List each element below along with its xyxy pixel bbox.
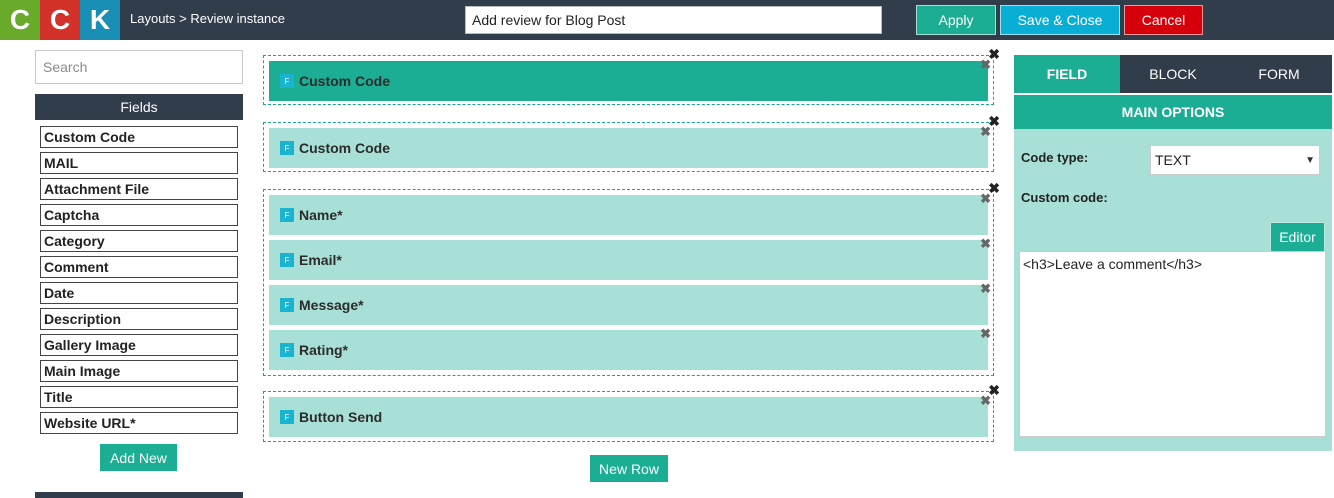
layout-field-label: Custom Code: [299, 73, 390, 89]
remove-field-icon[interactable]: ✖: [980, 192, 991, 205]
remove-field-icon[interactable]: ✖: [980, 394, 991, 407]
field-item-attachment-file[interactable]: Attachment File: [40, 178, 238, 200]
field-item-website-url[interactable]: Website URL*: [40, 412, 238, 434]
tab-block[interactable]: BLOCK: [1120, 55, 1226, 93]
field-item-gallery-image[interactable]: Gallery Image: [40, 334, 238, 356]
layout-field-label: Name*: [299, 207, 343, 223]
fields-heading: Fields: [35, 94, 243, 120]
main-options-heading: MAIN OPTIONS: [1014, 95, 1332, 129]
field-type-icon: F: [280, 343, 294, 357]
layout-field-label: Rating*: [299, 342, 348, 358]
logo-letter-c: C: [0, 0, 40, 40]
remove-field-icon[interactable]: ✖: [980, 282, 991, 295]
code-type-value: TEXT: [1155, 152, 1191, 168]
tab-field[interactable]: FIELD: [1014, 55, 1120, 93]
code-type-select[interactable]: TEXT ▼: [1150, 145, 1320, 175]
field-type-icon: F: [280, 141, 294, 155]
remove-field-icon[interactable]: ✖: [980, 125, 991, 138]
field-item-category[interactable]: Category: [40, 230, 238, 252]
field-item-main-image[interactable]: Main Image: [40, 360, 238, 382]
remove-field-icon[interactable]: ✖: [980, 327, 991, 340]
apply-button[interactable]: Apply: [916, 5, 996, 35]
field-item-custom-code[interactable]: Custom Code: [40, 126, 238, 148]
remove-field-icon[interactable]: ✖: [980, 237, 991, 250]
logo-letter-k: K: [80, 0, 120, 40]
layout-field-label: Message*: [299, 297, 364, 313]
search-input[interactable]: [35, 50, 243, 84]
top-bar: C C K Layouts > Review instance Apply Sa…: [0, 0, 1334, 40]
layout-field-name[interactable]: F Name* ✖: [269, 192, 991, 235]
code-type-label: Code type:: [1021, 150, 1089, 165]
field-item-comment[interactable]: Comment: [40, 256, 238, 278]
field-type-icon: F: [280, 208, 294, 222]
layout-field-rating[interactable]: F Rating* ✖: [269, 327, 991, 370]
panel-tabs: FIELD BLOCK FORM: [1014, 55, 1332, 93]
field-item-description[interactable]: Description: [40, 308, 238, 330]
save-close-button[interactable]: Save & Close: [1000, 5, 1120, 35]
editor-button[interactable]: Editor: [1270, 222, 1325, 252]
title-input[interactable]: [465, 6, 882, 34]
tab-form[interactable]: FORM: [1226, 55, 1332, 93]
field-type-icon: F: [280, 74, 294, 88]
field-item-date[interactable]: Date: [40, 282, 238, 304]
chevron-down-icon: ▼: [1305, 154, 1315, 166]
field-item-mail[interactable]: MAIL: [40, 152, 238, 174]
cancel-button[interactable]: Cancel: [1124, 5, 1203, 35]
layout-row-4: ✖ F Button Send ✖: [263, 383, 1000, 442]
field-list: Custom Code MAIL Attachment File Captcha…: [40, 126, 238, 438]
layout-field-email[interactable]: F Email* ✖: [269, 237, 991, 280]
logo-letter-c-second: C: [40, 0, 80, 40]
layout-field-label: Custom Code: [299, 140, 390, 156]
layout-field-custom-code[interactable]: F Custom Code ✖: [269, 125, 991, 168]
field-options-panel: MAIN OPTIONS Code type: TEXT ▼ Custom co…: [1014, 95, 1332, 451]
custom-code-label: Custom code:: [1021, 190, 1108, 205]
field-type-icon: F: [280, 253, 294, 267]
layout-field-button-send[interactable]: F Button Send ✖: [269, 394, 991, 437]
add-new-button[interactable]: Add New: [100, 444, 177, 471]
layout-row-2: ✖ F Custom Code ✖: [263, 114, 1000, 172]
remove-field-icon[interactable]: ✖: [980, 58, 991, 71]
new-row-button[interactable]: New Row: [590, 455, 668, 482]
layout-row-3: ✖ F Name* ✖ F Email* ✖ F Message* ✖ F Ra…: [263, 181, 1000, 376]
field-item-title[interactable]: Title: [40, 386, 238, 408]
breadcrumb: Layouts > Review instance: [130, 11, 286, 26]
custom-code-textarea[interactable]: <h3>Leave a comment</h3>: [1019, 251, 1326, 437]
field-item-captcha[interactable]: Captcha: [40, 204, 238, 226]
layout-field-label: Email*: [299, 252, 342, 268]
field-type-icon: F: [280, 410, 294, 424]
layout-field-label: Button Send: [299, 409, 383, 425]
layout-field-custom-code-active[interactable]: F Custom Code ✖: [269, 58, 991, 101]
layout-row-1: ✖ F Custom Code ✖: [263, 47, 1000, 105]
layout-field-message[interactable]: F Message* ✖: [269, 282, 991, 325]
field-type-icon: F: [280, 298, 294, 312]
sidebar-bottom-bar: [35, 492, 243, 498]
